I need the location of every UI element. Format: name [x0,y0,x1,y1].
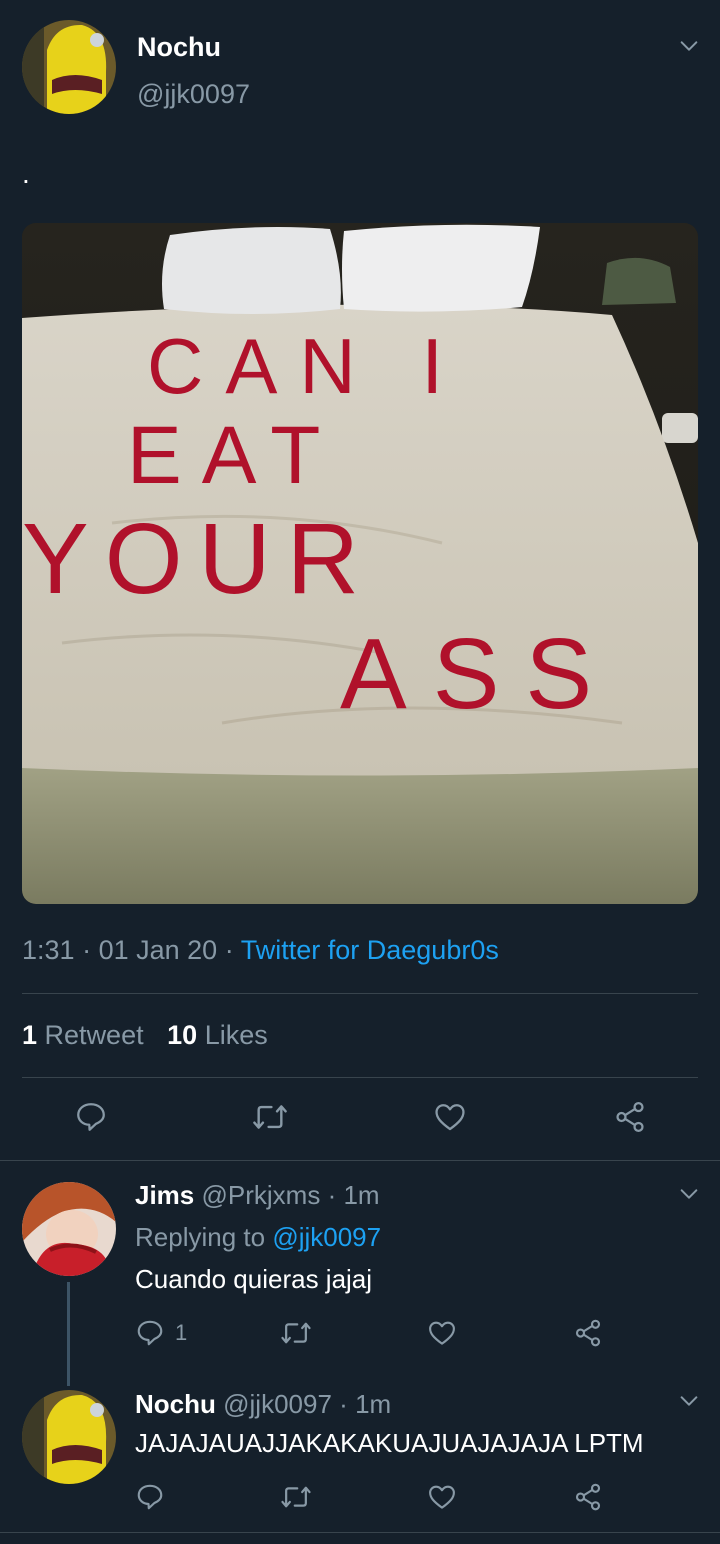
thread-line [67,1282,70,1386]
avatar[interactable] [22,20,116,114]
tweet-text: . [22,158,30,189]
meta-separator: · [224,935,234,965]
meta-separator: · [82,935,92,965]
petal-text-line-2: EAT [127,410,340,501]
divider [0,1160,720,1161]
engagement-counts: 1 Retweet 10 Likes [22,1020,268,1051]
divider [22,1077,698,1078]
author-name[interactable]: Nochu [137,32,221,63]
chevron-down-icon[interactable] [678,1390,700,1417]
replying-to: Replying to @jjk0097 [135,1222,381,1253]
retweet-icon [281,1486,311,1508]
reply-author-handle[interactable]: @jjk0097 [223,1389,332,1419]
reply-share-button[interactable] [573,1482,603,1512]
reply-like-button[interactable] [427,1318,457,1348]
reply-button[interactable] [73,1100,109,1134]
tweet-meta: 1:31 · 01 Jan 20 · Twitter for Daegubr0s [22,935,499,966]
author-handle[interactable]: @jjk0097 [137,79,250,110]
like-button[interactable] [432,1100,468,1134]
like-count: 10 [167,1020,198,1050]
reply-reply-button[interactable]: 1 [135,1318,187,1348]
divider [0,1532,720,1533]
retweet-icon [253,1105,287,1129]
retweet-icon [281,1322,311,1344]
reply-retweet-button[interactable] [280,1482,312,1512]
divider [22,993,698,994]
reply-avatar[interactable] [22,1390,116,1484]
retweet-count: 1 [22,1020,38,1050]
reply-avatar[interactable] [22,1182,116,1276]
reply-text: Cuando quieras jajaj [135,1264,373,1294]
like-label: Likes [204,1020,268,1050]
tweet-date: 01 Jan 20 [98,935,218,965]
like-icon [429,1485,455,1509]
reply-share-button[interactable] [573,1318,603,1348]
reply-icon [77,1103,105,1131]
reply-author-name[interactable]: Nochu [135,1389,216,1419]
retweet-button[interactable] [251,1100,289,1134]
tweet-time: 1:31 [22,935,75,965]
reply-header: Nochu @jjk0097 · 1m [135,1389,391,1420]
petal-text-line-1: CAN I [147,322,465,410]
like-icon [435,1104,465,1131]
tweet-source-link[interactable]: Twitter for Daegubr0s [241,935,499,965]
like-count-link[interactable]: 10 Likes [167,1020,268,1050]
chevron-down-icon[interactable] [678,1183,700,1210]
meta-separator: · [327,1180,337,1210]
share-icon [616,1101,644,1133]
petal-text-line-3: YOUR [22,503,375,615]
reply-header: Jims @Prkjxms · 1m [135,1180,380,1211]
retweet-label: Retweet [44,1020,144,1050]
reply-author-handle[interactable]: @Prkjxms [202,1180,321,1210]
meta-separator: · [339,1389,348,1419]
replying-to-label: Replying to [135,1222,266,1252]
reply-text: JAJAJAUAJJAKAKAKUAJUAJAJAJA LPTM [135,1428,644,1458]
reply-author-name[interactable]: Jims [135,1180,194,1210]
like-icon [429,1321,455,1345]
reply-reply-button[interactable] [135,1482,165,1512]
replying-to-handle[interactable]: @jjk0097 [272,1222,381,1252]
retweet-count-link[interactable]: 1 Retweet [22,1020,151,1050]
reply-count: 1 [175,1320,188,1345]
reply-retweet-button[interactable] [280,1318,312,1348]
tweet-image[interactable]: CAN I EAT YOUR ASS [22,223,698,904]
reply-icon [137,1484,163,1510]
reply-like-button[interactable] [427,1482,457,1512]
share-icon [575,1483,601,1511]
share-button[interactable] [612,1100,648,1134]
chevron-down-icon[interactable] [678,35,700,62]
reply-icon [137,1320,163,1346]
petal-text-line-4: ASS [340,618,618,730]
reply-time: 1m [343,1180,380,1210]
share-icon [575,1319,601,1347]
reply-time: 1m [355,1389,392,1419]
